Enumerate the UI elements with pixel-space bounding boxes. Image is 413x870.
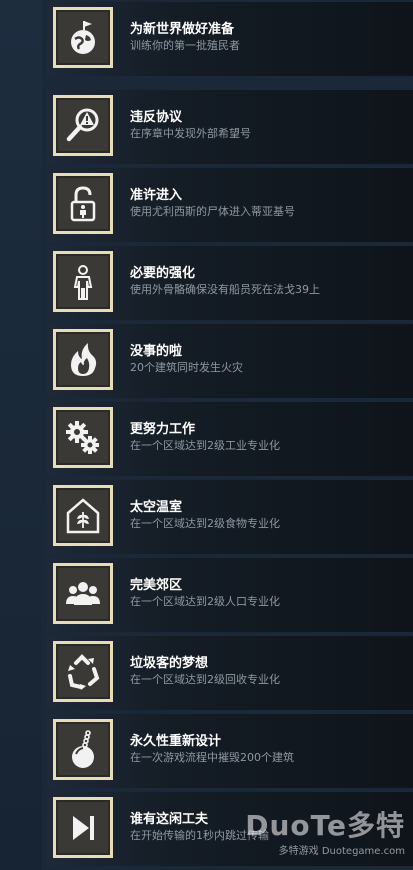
achievement-title: 违反协议 (130, 110, 183, 125)
achievement-title: 谁有这闲工夫 (130, 812, 209, 827)
achievement-list: 为新世界做好准备 训练你的第一批殖民者 违反协议 在序章中发现外部希望号 准许进… (42, 0, 413, 870)
achievement-icon-frame (53, 407, 113, 468)
achievement-icon-frame (53, 173, 113, 234)
achievement-row[interactable]: 完美郊区 在一个区域达到2级人口专业化 (47, 558, 413, 632)
achievement-title: 太空温室 (130, 500, 183, 515)
achievement-description: 使用外骨骼确保没有船员死在法戈39上 (130, 283, 320, 296)
watermark-site: 多特游戏 Duotegame.com (278, 846, 405, 857)
exoskeleton-icon (73, 264, 93, 300)
achievement-icon-frame (53, 719, 113, 780)
achievement-icon-frame (53, 797, 113, 858)
watermark-brand: DuoTe多特 (245, 809, 405, 842)
achievement-description: 使用尤利西斯的尸体进入蒂亚基号 (130, 205, 295, 218)
achievement-row[interactable]: 永久性重新设计 在一次游戏流程中摧毁200个建筑 (47, 714, 413, 788)
recycle-icon (68, 653, 100, 690)
magnifier-warning-icon (66, 108, 99, 141)
achievement-title: 完美郊区 (130, 578, 183, 593)
achievement-row[interactable]: 没事的啦 20个建筑同时发生火灾 (47, 324, 413, 398)
achievement-row[interactable]: 垃圾客的梦想 在一个区域达到2级回收专业化 (47, 636, 413, 710)
greenhouse-icon (66, 497, 100, 533)
achievement-row[interactable]: 准许进入 使用尤利西斯的尸体进入蒂亚基号 (47, 168, 413, 242)
achievement-row[interactable]: 太空温室 在一个区域达到2级食物专业化 (47, 480, 413, 554)
unlocked-padlock-icon (70, 185, 96, 221)
achievement-icon-frame (53, 485, 113, 546)
achievement-title: 没事的啦 (130, 344, 183, 359)
achievement-description: 在一个区域达到2级工业专业化 (130, 439, 280, 452)
achievement-description: 训练你的第一批殖民者 (130, 39, 240, 52)
fire-icon (71, 342, 97, 376)
achievement-title: 必要的强化 (130, 266, 196, 281)
achievement-description: 在一个区域达到2级回收专业化 (130, 673, 280, 686)
planet-flag-icon (71, 20, 95, 54)
left-gutter (0, 0, 42, 870)
achievement-title: 垃圾客的梦想 (130, 656, 209, 671)
achievement-title: 准许进入 (130, 188, 183, 203)
achievement-title: 永久性重新设计 (130, 734, 222, 749)
achievement-description: 在一个区域达到2级食物专业化 (130, 517, 280, 530)
wrecking-ball-icon (72, 729, 94, 768)
achievement-icon-frame (53, 329, 113, 390)
watermark: DuoTe多特 多特游戏 Duotegame.com (227, 796, 407, 866)
gears-icon (66, 420, 99, 454)
achievement-icon-frame (53, 95, 113, 156)
achievement-icon-frame (53, 563, 113, 624)
achievement-icon-frame (53, 251, 113, 312)
achievement-title: 为新世界做好准备 (130, 22, 235, 37)
achievement-description: 在一次游戏流程中摧毁200个建筑 (130, 751, 294, 764)
people-icon (66, 581, 100, 605)
achievement-description: 在一个区域达到2级人口专业化 (130, 595, 280, 608)
achievement-row[interactable]: 为新世界做好准备 训练你的第一批殖民者 (47, 2, 413, 76)
achievement-icon-frame (53, 641, 113, 702)
achievement-description: 在序章中发现外部希望号 (130, 127, 251, 140)
achievement-row[interactable]: 必要的强化 使用外骨骼确保没有船员死在法戈39上 (47, 246, 413, 320)
achievement-icon-frame (53, 7, 113, 68)
achievement-description: 20个建筑同时发生火灾 (130, 361, 243, 374)
skip-icon (73, 815, 94, 840)
achievement-title: 更努力工作 (130, 422, 196, 437)
achievement-row[interactable]: 更努力工作 在一个区域达到2级工业专业化 (47, 402, 413, 476)
achievement-row[interactable]: 违反协议 在序章中发现外部希望号 (47, 90, 413, 164)
